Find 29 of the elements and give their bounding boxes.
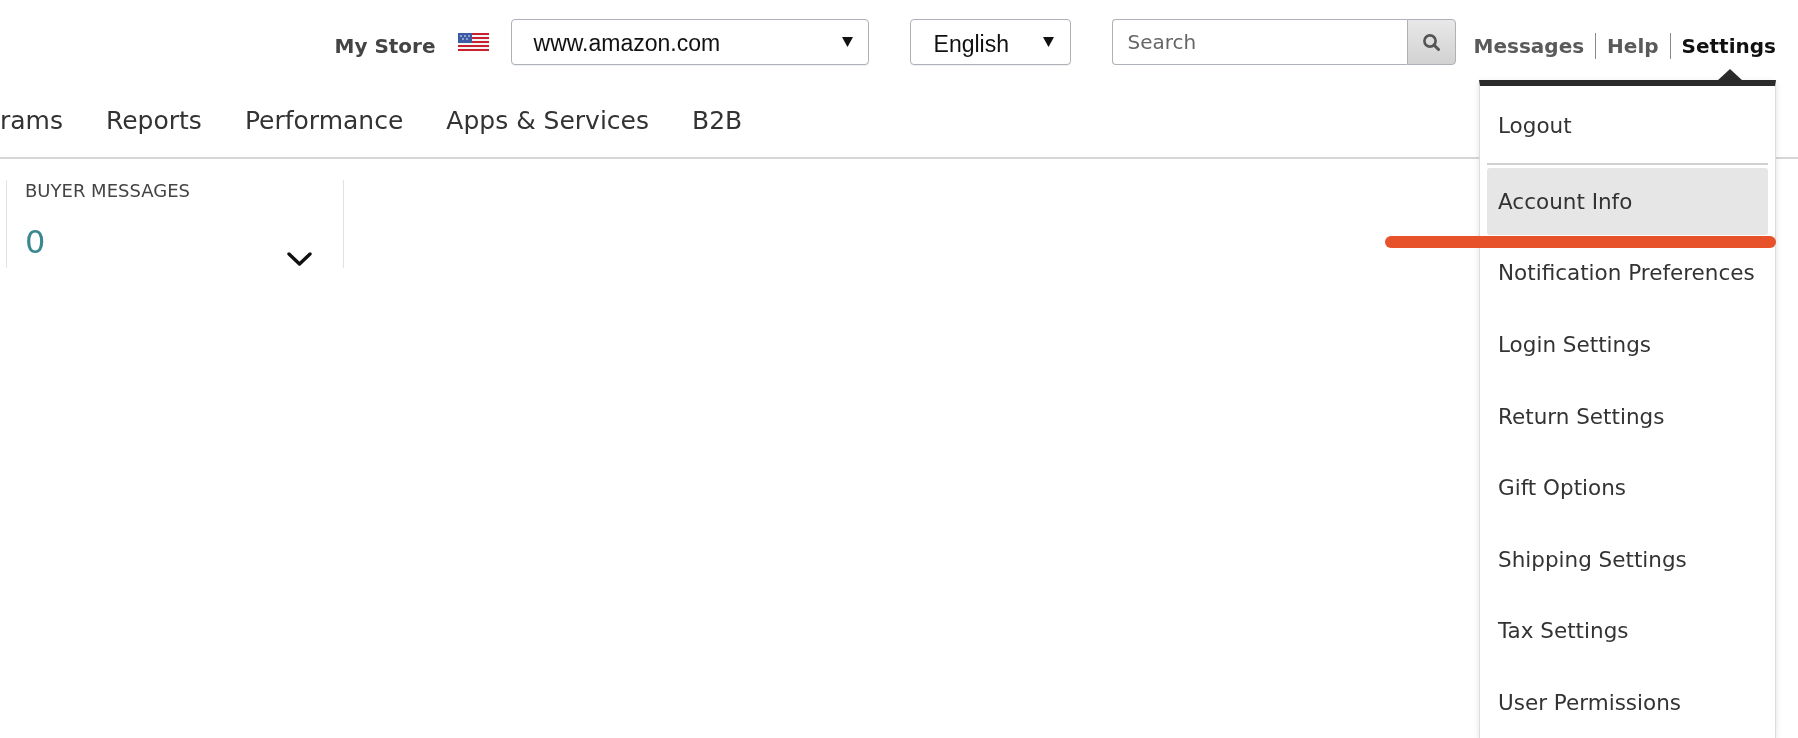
nav-tab[interactable]: rams [0,106,63,135]
menu-item[interactable]: User Permissions [1487,680,1768,725]
language-select[interactable]: English [909,19,1071,65]
header-link[interactable]: Help [1607,34,1659,58]
widget-title: BUYER MESSAGES [25,180,191,202]
nav-tab[interactable]: B2B [692,106,743,135]
header-link[interactable]: Settings [1681,34,1776,58]
caret-down-icon [1042,37,1054,47]
nav-tab[interactable]: Apps & Services [446,106,649,135]
menu-item[interactable]: Notification Preferences [1487,250,1768,295]
flag-icon [457,33,489,51]
search-button[interactable] [1406,19,1456,65]
menu-item[interactable]: Tax Settings [1487,608,1768,653]
chevron-down-icon[interactable] [287,252,312,266]
menu-item[interactable]: Gift Options [1487,465,1768,510]
menu-item[interactable]: Return Settings [1487,394,1768,439]
nav-tab[interactable]: Reports [106,106,202,135]
marketplace-select[interactable]: www.amazon.com [510,19,869,65]
caret-down-icon [841,37,853,47]
search-field[interactable]: Search [1111,19,1407,65]
header-link[interactable]: Messages [1473,34,1585,58]
nav-tab[interactable]: Performance [244,106,404,135]
menu-item[interactable]: Logout [1487,103,1768,148]
search-icon [1422,33,1440,51]
widget-count: 0 [25,223,46,261]
menu-item[interactable]: Login Settings [1487,322,1768,367]
store-label: My Store [334,34,436,58]
menu-item[interactable]: Account Info [1487,167,1768,236]
menu-item[interactable]: Shipping Settings [1487,537,1768,582]
